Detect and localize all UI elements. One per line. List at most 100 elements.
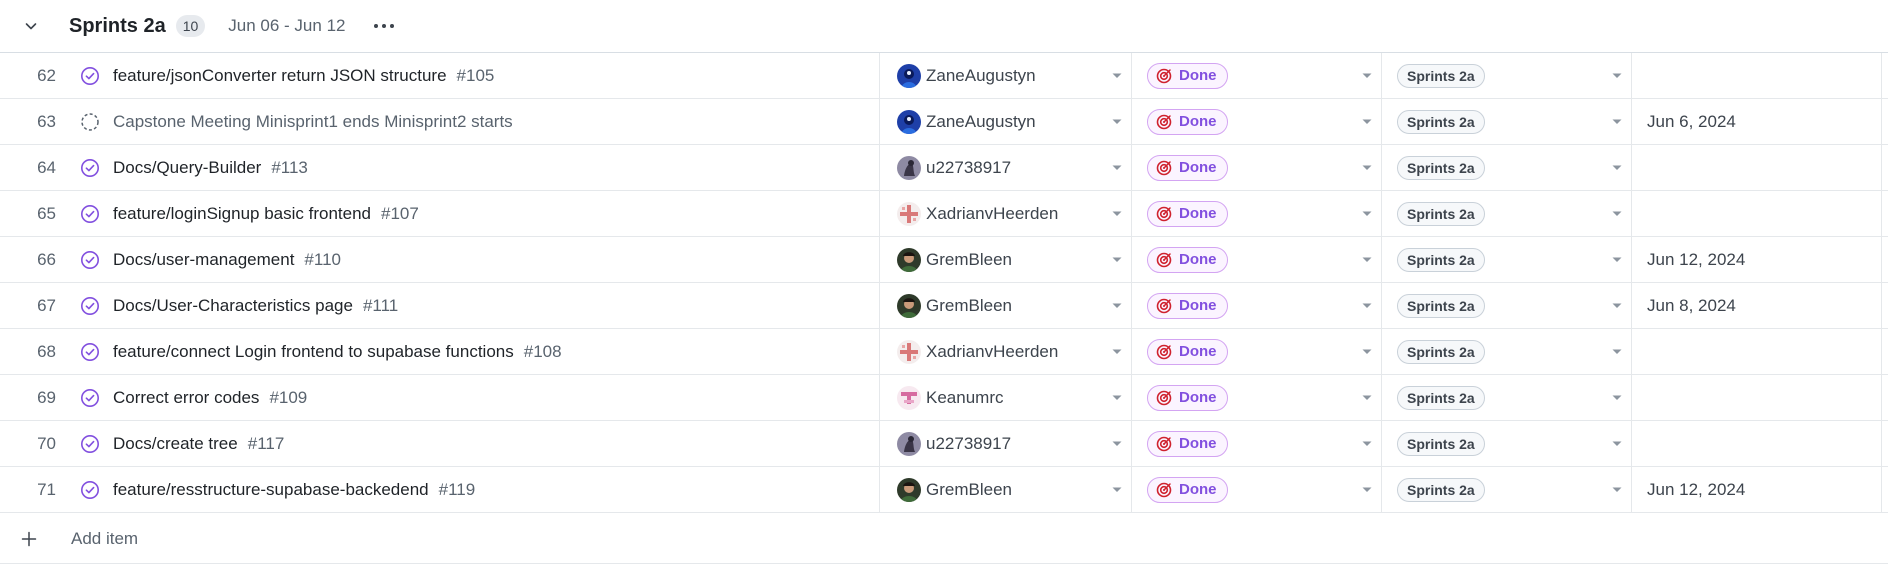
triangle-down-icon[interactable] xyxy=(1361,162,1373,174)
iteration-cell[interactable]: Sprints 2a xyxy=(1382,191,1632,236)
triangle-down-icon[interactable] xyxy=(1361,300,1373,312)
item-title-link[interactable]: feature/loginSignup basic frontend xyxy=(113,204,371,224)
table-row[interactable]: 70 Docs/create tree #117 u22738917 Done Sprin… xyxy=(0,421,1888,467)
triangle-down-icon[interactable] xyxy=(1611,70,1623,82)
triangle-down-icon[interactable] xyxy=(1361,70,1373,82)
triangle-down-icon[interactable] xyxy=(1111,70,1123,82)
assignee-cell[interactable]: Keanumrc xyxy=(882,375,1132,420)
item-title-link[interactable]: Capstone Meeting Minisprint1 ends Minisp… xyxy=(113,112,513,132)
table-row[interactable]: 69 Correct error codes #109 Keanumrc Done Spr… xyxy=(0,375,1888,421)
assignee-cell[interactable]: XadrianvHeerden xyxy=(882,191,1132,236)
title-cell[interactable]: Docs/user-management #110 xyxy=(80,237,880,282)
item-title-link[interactable]: Docs/create tree xyxy=(113,434,238,454)
assignee-cell[interactable]: ZaneAugustyn xyxy=(882,53,1132,98)
triangle-down-icon[interactable] xyxy=(1361,438,1373,450)
status-cell[interactable]: Done xyxy=(1132,421,1382,466)
status-cell[interactable]: Done xyxy=(1132,329,1382,374)
table-row[interactable]: 65 feature/loginSignup basic frontend #107… xyxy=(0,191,1888,237)
status-cell[interactable]: Done xyxy=(1132,99,1382,144)
triangle-down-icon[interactable] xyxy=(1111,484,1123,496)
triangle-down-icon[interactable] xyxy=(1111,208,1123,220)
iteration-cell[interactable]: Sprints 2a xyxy=(1382,99,1632,144)
title-cell[interactable]: Docs/User-Characteristics page #111 xyxy=(80,283,880,328)
collapse-group-button[interactable] xyxy=(16,11,46,41)
title-cell[interactable]: feature/connect Login frontend to supaba… xyxy=(80,329,880,374)
date-cell[interactable]: Jun 8, 2024 xyxy=(1632,283,1882,328)
table-row[interactable]: 67 Docs/User-Characteristics page #111 Grem… xyxy=(0,283,1888,329)
triangle-down-icon[interactable] xyxy=(1611,484,1623,496)
date-cell[interactable] xyxy=(1632,145,1882,190)
item-title-link[interactable]: Docs/user-management xyxy=(113,250,294,270)
iteration-cell[interactable]: Sprints 2a xyxy=(1382,421,1632,466)
iteration-cell[interactable]: Sprints 2a xyxy=(1382,467,1632,512)
date-cell[interactable] xyxy=(1632,191,1882,236)
table-row[interactable]: 63 Capstone Meeting Minisprint1 ends Mini… xyxy=(0,99,1888,145)
table-row[interactable]: 66 Docs/user-management #110 GremBleen Done S… xyxy=(0,237,1888,283)
title-cell[interactable]: Correct error codes #109 xyxy=(80,375,880,420)
triangle-down-icon[interactable] xyxy=(1611,438,1623,450)
add-item-label[interactable]: Add item xyxy=(71,529,138,549)
status-cell[interactable]: Done xyxy=(1132,237,1382,282)
title-cell[interactable]: Docs/create tree #117 xyxy=(80,421,880,466)
iteration-cell[interactable]: Sprints 2a xyxy=(1382,145,1632,190)
item-title-link[interactable]: feature/resstructure-supabase-backedend xyxy=(113,480,429,500)
triangle-down-icon[interactable] xyxy=(1111,392,1123,404)
assignee-cell[interactable]: u22738917 xyxy=(882,421,1132,466)
item-title-link[interactable]: Docs/Query-Builder xyxy=(113,158,261,178)
triangle-down-icon[interactable] xyxy=(1611,254,1623,266)
date-cell[interactable] xyxy=(1632,375,1882,420)
title-cell[interactable]: feature/resstructure-supabase-backedend #… xyxy=(80,467,880,512)
assignee-cell[interactable]: XadrianvHeerden xyxy=(882,329,1132,374)
date-cell[interactable]: Jun 12, 2024 xyxy=(1632,467,1882,512)
add-item-row[interactable]: Add item xyxy=(0,514,1888,564)
title-cell[interactable]: feature/jsonConverter return JSON struct… xyxy=(80,53,880,98)
status-cell[interactable]: Done xyxy=(1132,467,1382,512)
date-cell[interactable] xyxy=(1632,329,1882,374)
triangle-down-icon[interactable] xyxy=(1361,254,1373,266)
triangle-down-icon[interactable] xyxy=(1111,438,1123,450)
status-cell[interactable]: Done xyxy=(1132,191,1382,236)
iteration-cell[interactable]: Sprints 2a xyxy=(1382,283,1632,328)
assignee-cell[interactable]: u22738917 xyxy=(882,145,1132,190)
iteration-cell[interactable]: Sprints 2a xyxy=(1382,53,1632,98)
status-cell[interactable]: Done xyxy=(1132,375,1382,420)
iteration-cell[interactable]: Sprints 2a xyxy=(1382,375,1632,420)
title-cell[interactable]: feature/loginSignup basic frontend #107 xyxy=(80,191,880,236)
add-item-button[interactable] xyxy=(18,528,40,550)
iteration-cell[interactable]: Sprints 2a xyxy=(1382,329,1632,374)
date-cell[interactable] xyxy=(1632,53,1882,98)
table-row[interactable]: 64 Docs/Query-Builder #113 u22738917 Done Spr… xyxy=(0,145,1888,191)
triangle-down-icon[interactable] xyxy=(1361,484,1373,496)
triangle-down-icon[interactable] xyxy=(1611,300,1623,312)
triangle-down-icon[interactable] xyxy=(1361,116,1373,128)
triangle-down-icon[interactable] xyxy=(1361,346,1373,358)
group-more-options-button[interactable] xyxy=(369,11,399,41)
title-cell[interactable]: Capstone Meeting Minisprint1 ends Minisp… xyxy=(80,99,880,144)
triangle-down-icon[interactable] xyxy=(1611,392,1623,404)
triangle-down-icon[interactable] xyxy=(1111,300,1123,312)
assignee-cell[interactable]: ZaneAugustyn xyxy=(882,99,1132,144)
assignee-cell[interactable]: GremBleen xyxy=(882,283,1132,328)
item-title-link[interactable]: Docs/User-Characteristics page xyxy=(113,296,353,316)
date-cell[interactable]: Jun 12, 2024 xyxy=(1632,237,1882,282)
triangle-down-icon[interactable] xyxy=(1611,116,1623,128)
triangle-down-icon[interactable] xyxy=(1111,346,1123,358)
date-cell[interactable] xyxy=(1632,421,1882,466)
iteration-cell[interactable]: Sprints 2a xyxy=(1382,237,1632,282)
triangle-down-icon[interactable] xyxy=(1611,208,1623,220)
item-title-link[interactable]: feature/jsonConverter return JSON struct… xyxy=(113,66,447,86)
triangle-down-icon[interactable] xyxy=(1111,254,1123,266)
triangle-down-icon[interactable] xyxy=(1361,208,1373,220)
status-cell[interactable]: Done xyxy=(1132,283,1382,328)
triangle-down-icon[interactable] xyxy=(1111,162,1123,174)
status-cell[interactable]: Done xyxy=(1132,53,1382,98)
triangle-down-icon[interactable] xyxy=(1361,392,1373,404)
item-title-link[interactable]: Correct error codes xyxy=(113,388,259,408)
triangle-down-icon[interactable] xyxy=(1611,162,1623,174)
table-row[interactable]: 71 feature/resstructure-supabase-backeden… xyxy=(0,467,1888,513)
triangle-down-icon[interactable] xyxy=(1611,346,1623,358)
status-cell[interactable]: Done xyxy=(1132,145,1382,190)
date-cell[interactable]: Jun 6, 2024 xyxy=(1632,99,1882,144)
assignee-cell[interactable]: GremBleen xyxy=(882,237,1132,282)
assignee-cell[interactable]: GremBleen xyxy=(882,467,1132,512)
